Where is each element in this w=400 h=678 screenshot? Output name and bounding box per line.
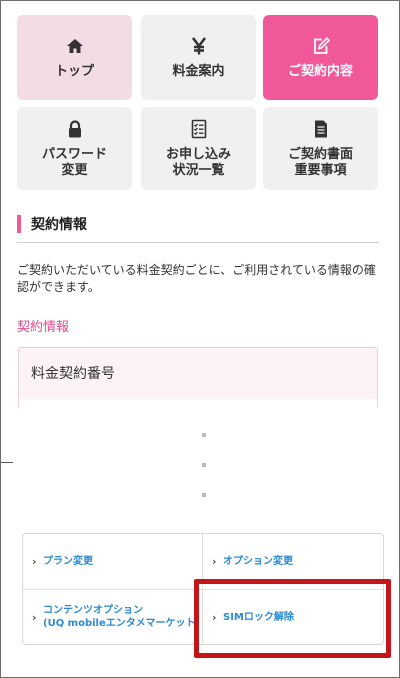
app-frame: トップ 料金案内 ご契約内容 パスワード 変更 お申し込み 状況一覧 ご契約書面…	[0, 0, 400, 678]
tile-application-status[interactable]: お申し込み 状況一覧	[141, 107, 256, 190]
home-icon	[65, 36, 85, 56]
content-option-link[interactable]: › コンテンツオプション (UQ mobileエンタメマーケット	[32, 590, 202, 644]
chevron-right-icon: ›	[212, 555, 217, 568]
tile-top-label: トップ	[54, 63, 94, 79]
tile-top[interactable]: トップ	[17, 15, 132, 100]
contract-number-label: 料金契約番号	[31, 366, 115, 382]
section-title: 契約情報	[31, 217, 87, 233]
contract-number-box: 料金契約番号	[18, 347, 378, 399]
section-description: ご契約いただいている料金契約ごとに、ご利用されている情報の確認ができます。	[17, 263, 376, 294]
chevron-right-icon: ›	[212, 610, 217, 624]
edit-icon	[311, 36, 331, 56]
tile-contract-details[interactable]: ご契約内容	[263, 15, 378, 100]
tile-pricing-label: 料金案内	[172, 63, 225, 79]
sim-unlock-link[interactable]: › SIMロック解除	[212, 590, 378, 644]
omission-dot	[202, 433, 206, 437]
document-icon	[311, 119, 331, 139]
plan-change-label: プラン変更	[43, 556, 93, 567]
contract-number-box-tail	[18, 399, 378, 407]
chevron-right-icon: ›	[32, 555, 37, 568]
plan-change-link[interactable]: › プラン変更	[32, 534, 198, 589]
chevron-right-icon: ›	[32, 610, 37, 624]
yen-icon	[189, 36, 209, 56]
section-heading: 契約情報	[17, 213, 379, 243]
tile-password-change[interactable]: パスワード 変更	[17, 107, 132, 190]
tile-contract-documents[interactable]: ご契約書面 重要事項	[263, 107, 378, 190]
contract-info-link[interactable]: 契約情報	[17, 316, 69, 335]
sim-unlock-label: SIMロック解除	[223, 611, 294, 623]
omission-dot	[202, 493, 206, 497]
omission-dot	[202, 463, 206, 467]
tile-contract-details-label: ご契約内容	[287, 63, 353, 79]
lock-icon	[65, 119, 85, 139]
tile-pricing[interactable]: 料金案内	[141, 15, 256, 100]
tile-contract-documents-label: ご契約書面 重要事項	[287, 146, 353, 178]
omission-line	[1, 462, 13, 463]
link-grid: › プラン変更 › オプション変更 › コンテンツオプション (UQ mobil…	[22, 533, 384, 645]
option-change-link[interactable]: › オプション変更	[212, 534, 378, 589]
checklist-icon	[189, 119, 209, 139]
tile-application-status-label: お申し込み 状況一覧	[165, 146, 231, 178]
content-option-label: コンテンツオプション (UQ mobileエンタメマーケット	[43, 605, 196, 629]
tile-password-change-label: パスワード 変更	[41, 146, 107, 178]
option-change-label: オプション変更	[223, 556, 293, 567]
section-accent-bar	[17, 215, 21, 233]
